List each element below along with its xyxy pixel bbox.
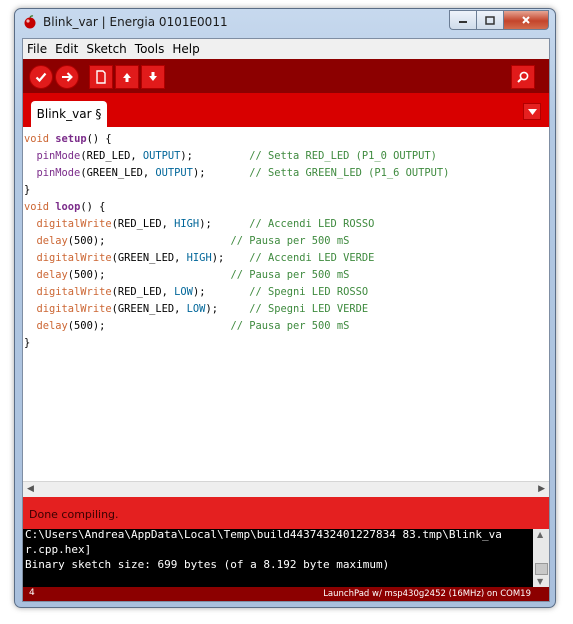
status-message: Done compiling.: [29, 508, 119, 521]
code-line: void setup() {: [24, 133, 112, 145]
scroll-right-icon[interactable]: ▶: [538, 484, 545, 494]
menu-bar: File Edit Sketch Tools Help: [23, 39, 549, 59]
console-output[interactable]: C:\Users\Andrea\AppData\Local\Temp\build…: [23, 527, 549, 587]
code-text[interactable]: void setup() { pinMode(RED_LED, OUTPUT);…: [24, 131, 449, 352]
menu-help[interactable]: Help: [168, 42, 203, 56]
title-bar[interactable]: Blink_var | Energia 0101E0011: [15, 9, 555, 37]
code-editor[interactable]: void setup() { pinMode(RED_LED, OUTPUT);…: [23, 127, 549, 481]
horizontal-scrollbar[interactable]: ◀ ▶: [23, 481, 549, 498]
scroll-left-icon[interactable]: ◀: [27, 484, 34, 494]
footer-bar: 4 LaunchPad w/ msp430g2452 (16MHz) on CO…: [23, 587, 549, 601]
code-line: delay(500); // Pausa per 500 mS: [36, 269, 350, 281]
code-line: }: [24, 184, 31, 196]
maximize-icon[interactable]: [476, 10, 503, 30]
menu-edit[interactable]: Edit: [51, 42, 82, 56]
verify-icon[interactable]: [29, 65, 53, 89]
code-line: }: [24, 337, 31, 349]
save-icon[interactable]: [141, 65, 165, 89]
energia-app-icon: [24, 15, 36, 29]
client-area: File Edit Sketch Tools Help Blink_var § …: [22, 38, 550, 602]
console-line: r.cpp.hex]: [25, 543, 92, 556]
line-number: 4: [29, 588, 35, 598]
serial-monitor-icon[interactable]: [511, 65, 535, 89]
code-line: digitalWrite(GREEN_LED, HIGH); // Accend…: [36, 252, 375, 264]
code-line: digitalWrite(GREEN_LED, LOW); // Spegni …: [36, 303, 369, 315]
toolbar: [23, 59, 549, 93]
code-line: digitalWrite(RED_LED, LOW); // Spegni LE…: [36, 286, 369, 298]
window-controls: [449, 10, 549, 30]
menu-file[interactable]: File: [23, 42, 51, 56]
new-icon[interactable]: [89, 65, 113, 89]
scroll-up-icon[interactable]: ▲: [537, 530, 543, 539]
scroll-thumb[interactable]: [535, 563, 548, 575]
console-text[interactable]: C:\Users\Andrea\AppData\Local\Temp\build…: [25, 527, 529, 572]
code-line: void loop() {: [24, 201, 106, 213]
tab-bar: Blink_var §: [23, 93, 549, 127]
tab-blink-var[interactable]: Blink_var §: [31, 101, 107, 127]
close-icon[interactable]: [503, 10, 549, 30]
open-icon[interactable]: [115, 65, 139, 89]
window-title: Blink_var | Energia 0101E0011: [43, 15, 228, 29]
menu-tools[interactable]: Tools: [131, 42, 169, 56]
console-line: Binary sketch size: 699 bytes (of a 8.19…: [25, 558, 390, 571]
code-line: digitalWrite(RED_LED, HIGH); // Accendi …: [36, 218, 375, 230]
app-window: Blink_var | Energia 0101E0011 File Edit …: [14, 8, 556, 608]
menu-sketch[interactable]: Sketch: [82, 42, 130, 56]
status-bar: Done compiling.: [23, 497, 549, 529]
upload-icon[interactable]: [55, 65, 79, 89]
minimize-icon[interactable]: [449, 10, 476, 30]
code-line: pinMode(RED_LED, OUTPUT); // Setta RED_L…: [36, 150, 437, 162]
console-line: C:\Users\Andrea\AppData\Local\Temp\build…: [25, 528, 502, 541]
tab-menu-chevron-down-icon[interactable]: [523, 103, 541, 120]
scroll-down-icon[interactable]: ▼: [537, 577, 543, 586]
code-line: pinMode(GREEN_LED, OUTPUT); // Setta GRE…: [36, 167, 450, 179]
board-info: LaunchPad w/ msp430g2452 (16MHz) on COM1…: [323, 589, 531, 599]
console-vertical-scrollbar[interactable]: ▲ ▼: [533, 529, 549, 587]
code-line: delay(500); // Pausa per 500 mS: [36, 235, 350, 247]
code-line: delay(500); // Pausa per 500 mS: [36, 320, 350, 332]
